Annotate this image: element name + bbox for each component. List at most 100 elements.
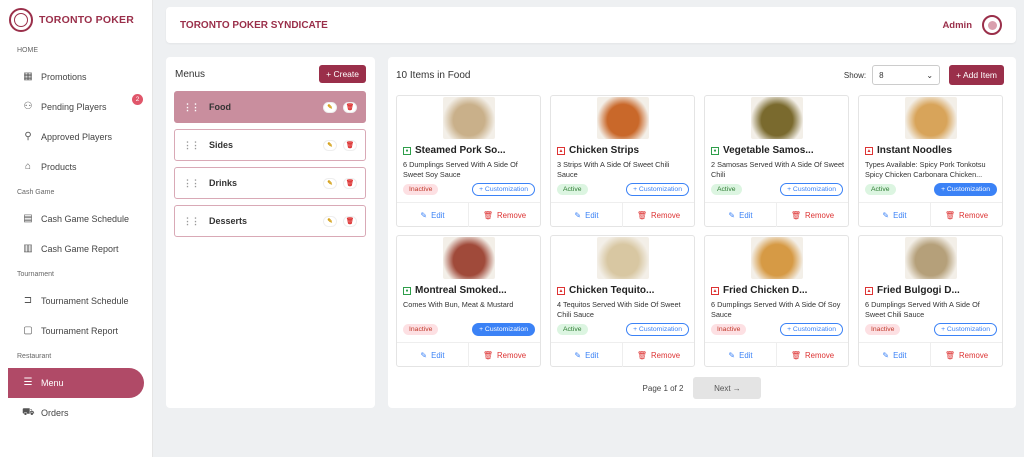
remove-item-button[interactable]: 🗑 Remove	[777, 343, 848, 367]
sidebar-item-menu[interactable]: ☰ Menu	[8, 368, 144, 398]
item-card: ● Vegetable Samos... 2 Samosas Served With…	[704, 95, 849, 227]
customization-button[interactable]: + Customization	[472, 183, 535, 196]
drag-handle-icon[interactable]: ⋮⋮	[183, 178, 200, 189]
edit-item-button[interactable]: ✎ Edit	[705, 343, 777, 367]
drag-handle-icon[interactable]: ⋮⋮	[183, 102, 200, 113]
edit-item-button[interactable]: ✎ Edit	[397, 343, 469, 367]
item-actions: ✎ Edit 🗑 Remove	[551, 202, 694, 227]
trash-icon: 🗑	[345, 104, 355, 111]
trash-icon: 🗑	[944, 210, 956, 220]
edit-menu-button[interactable]: ✎	[323, 101, 337, 113]
next-page-button[interactable]: Next →	[693, 377, 762, 399]
items-panel: 10 Items in Food Show: 8 ⌄ + Add Item ● S…	[388, 57, 1016, 408]
add-item-button[interactable]: + Add Item	[949, 65, 1004, 85]
sidebar-nav: HOME ▦ Promotions ⚇ Pending Players 2 ⚲ Approve…	[0, 40, 152, 428]
remove-item-button[interactable]: 🗑 Remove	[931, 343, 1002, 367]
bracket-icon: ⊐	[23, 295, 33, 306]
drag-handle-icon[interactable]: ⋮⋮	[183, 216, 200, 227]
brand[interactable]: TORONTO POKER	[0, 0, 152, 40]
edit-item-button[interactable]: ✎ Edit	[551, 343, 623, 367]
status-badge: Inactive	[403, 184, 439, 195]
customization-button[interactable]: + Customization	[626, 323, 689, 336]
sidebar-item-tournament-report[interactable]: ▢ Tournament Report	[0, 316, 152, 346]
brand-name: TORONTO POKER	[39, 14, 134, 26]
trash-icon: 🗑	[482, 210, 494, 220]
item-title-text: Chicken Strips	[569, 145, 640, 156]
edit-item-button[interactable]: ✎ Edit	[859, 343, 931, 367]
delete-menu-button[interactable]: 🗑	[343, 177, 357, 189]
remove-item-button[interactable]: 🗑 Remove	[469, 203, 540, 227]
sidebar-item-cash-game-report[interactable]: ▥ Cash Game Report	[0, 234, 152, 264]
edit-item-button[interactable]: ✎ Edit	[859, 203, 931, 227]
customization-button[interactable]: + Customization	[934, 323, 997, 336]
sidebar-item-pending-players[interactable]: ⚇ Pending Players 2	[0, 92, 152, 122]
menu-item-sides[interactable]: ⋮⋮ Sides ✎ 🗑	[174, 129, 366, 161]
edit-item-button[interactable]: ✎ Edit	[705, 203, 777, 227]
remove-label: Remove	[497, 350, 527, 360]
item-title: ● Steamed Pork So...	[403, 145, 506, 156]
delete-menu-button[interactable]: 🗑	[343, 139, 357, 151]
menu-item-desserts[interactable]: ⋮⋮ Desserts ✎ 🗑	[174, 205, 366, 237]
user-name[interactable]: Admin	[942, 20, 972, 31]
sidebar-item-label: Menu	[41, 378, 64, 388]
menu-item-drinks[interactable]: ⋮⋮ Drinks ✎ 🗑	[174, 167, 366, 199]
item-card: ▲ Instant Noodles Types Available: Spicy P…	[858, 95, 1003, 227]
edit-label: Edit	[893, 210, 907, 220]
drag-handle-icon[interactable]: ⋮⋮	[183, 140, 200, 151]
sidebar-item-cash-game-schedule[interactable]: ▤ Cash Game Schedule	[0, 204, 152, 234]
avatar[interactable]	[982, 15, 1002, 35]
item-thumbnail	[751, 97, 803, 139]
non-veg-icon: ▲	[865, 286, 873, 295]
remove-item-button[interactable]: 🗑 Remove	[931, 203, 1002, 227]
sidebar-item-orders[interactable]: ⛟ Orders	[0, 398, 152, 428]
customization-button[interactable]: + Customization	[472, 323, 535, 336]
customization-button[interactable]: + Customization	[780, 323, 843, 336]
customization-button[interactable]: + Customization	[934, 183, 997, 196]
remove-item-button[interactable]: 🗑 Remove	[777, 203, 848, 227]
item-title-text: Vegetable Samos...	[723, 145, 814, 156]
trash-icon: 🗑	[790, 210, 802, 220]
menus-panel: Menus + Create ⋮⋮ Food ✎ 🗑 ⋮⋮ Sides ✎ 🗑 ⋮⋮ Drinks…	[166, 57, 375, 408]
customization-button[interactable]: + Customization	[626, 183, 689, 196]
item-card: ▲ Fried Bulgogi D... 6 Dumplings Served Wi…	[858, 235, 1003, 367]
create-menu-button[interactable]: + Create	[319, 65, 366, 83]
remove-item-button[interactable]: 🗑 Remove	[623, 203, 694, 227]
sidebar-item-tournament-schedule[interactable]: ⊐ Tournament Schedule	[0, 286, 152, 316]
edit-label: Edit	[431, 350, 445, 360]
sidebar-item-label: Cash Game Report	[41, 244, 119, 254]
sidebar-section-label: Tournament	[17, 271, 54, 278]
menu-item-food[interactable]: ⋮⋮ Food ✎ 🗑	[174, 91, 366, 123]
item-actions: ✎ Edit 🗑 Remove	[859, 342, 1002, 367]
remove-item-button[interactable]: 🗑 Remove	[623, 343, 694, 367]
trash-icon: 🗑	[345, 218, 355, 225]
show-select[interactable]: 8 ⌄	[872, 65, 941, 85]
delete-menu-button[interactable]: 🗑	[343, 215, 357, 227]
edit-label: Edit	[431, 210, 445, 220]
menu-item-label: Sides	[209, 140, 234, 150]
trash-icon: 🗑	[944, 350, 956, 360]
item-card: ● Montreal Smoked... Comes With Bun, Meat …	[396, 235, 541, 367]
edit-item-button[interactable]: ✎ Edit	[397, 203, 469, 227]
edit-menu-button[interactable]: ✎	[323, 215, 337, 227]
items-title: 10 Items in Food	[396, 69, 471, 81]
edit-menu-button[interactable]: ✎	[323, 177, 337, 189]
item-title-text: Fried Chicken D...	[723, 285, 808, 296]
sidebar-item-products[interactable]: ⌂ Products	[0, 152, 152, 182]
show-label: Show:	[843, 70, 867, 80]
delete-menu-button[interactable]: 🗑	[343, 101, 357, 113]
item-actions: ✎ Edit 🗑 Remove	[551, 342, 694, 367]
edit-menu-button[interactable]: ✎	[323, 139, 337, 151]
remove-label: Remove	[651, 350, 681, 360]
sidebar-item-promotions[interactable]: ▦ Promotions	[0, 62, 152, 92]
item-title: ▲ Fried Chicken D...	[711, 285, 807, 296]
pagination: Page 1 of 2 Next →	[388, 377, 1016, 399]
veg-icon: ●	[403, 286, 411, 295]
sidebar-item-approved-players[interactable]: ⚲ Approved Players	[0, 122, 152, 152]
edit-item-button[interactable]: ✎ Edit	[551, 203, 623, 227]
remove-item-button[interactable]: 🗑 Remove	[469, 343, 540, 367]
sidebar-item-label: Products	[41, 162, 77, 172]
edit-label: Edit	[585, 210, 599, 220]
item-title: ▲ Chicken Tequito...	[557, 285, 654, 296]
item-description: 2 Samosas Served With A Side Of Sweet Ch…	[711, 160, 845, 179]
customization-button[interactable]: + Customization	[780, 183, 843, 196]
